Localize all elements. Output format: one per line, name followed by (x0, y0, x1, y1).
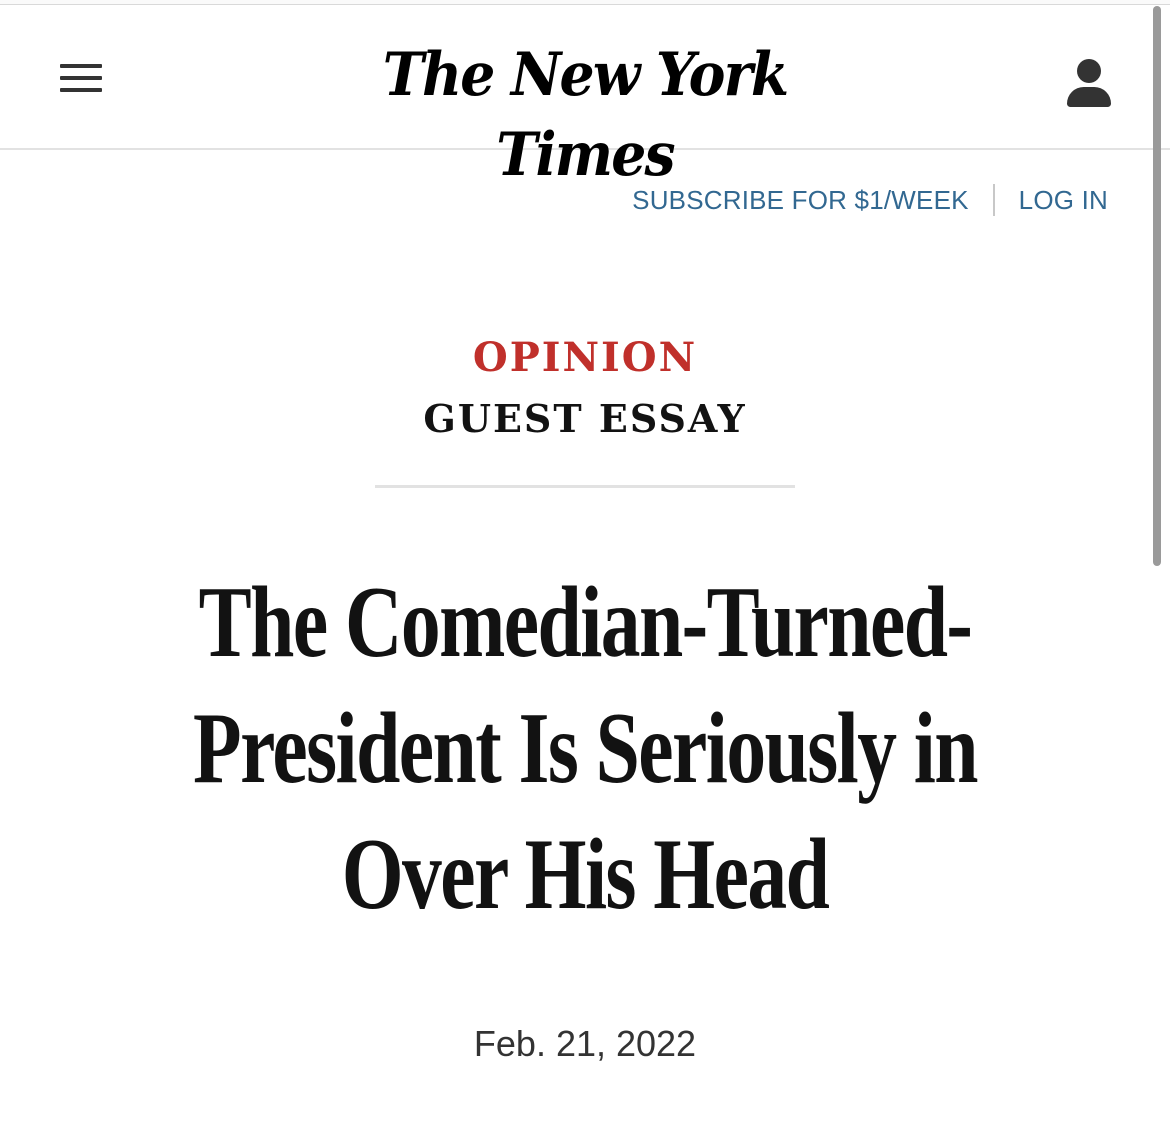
account-head (1077, 59, 1101, 83)
menu-bar (60, 88, 102, 92)
scrollbar-thumb[interactable] (1153, 6, 1161, 566)
subscription-nav: SUBSCRIBE FOR $1/WEEK LOG IN (632, 182, 1108, 218)
nyt-logo[interactable]: The New York Times (286, 35, 884, 190)
menu-bar (60, 64, 102, 68)
menu-bar (60, 76, 102, 80)
login-link[interactable]: LOG IN (1019, 185, 1108, 216)
masthead: The New York Times (0, 5, 1170, 190)
section-divider (375, 485, 795, 488)
user-account-icon[interactable] (1064, 57, 1114, 109)
publish-date: Feb. 21, 2022 (473, 1023, 697, 1064)
section-label[interactable]: OPINION (0, 330, 1170, 386)
article-headline: The Comedian-Turned-President Is Serious… (193, 566, 979, 931)
account-body (1067, 87, 1111, 107)
essay-type-label: GUEST ESSAY (423, 396, 747, 441)
nav-divider (992, 184, 995, 216)
hamburger-menu-icon[interactable] (56, 60, 106, 100)
subscribe-link[interactable]: SUBSCRIBE FOR $1/WEEK (632, 185, 969, 216)
